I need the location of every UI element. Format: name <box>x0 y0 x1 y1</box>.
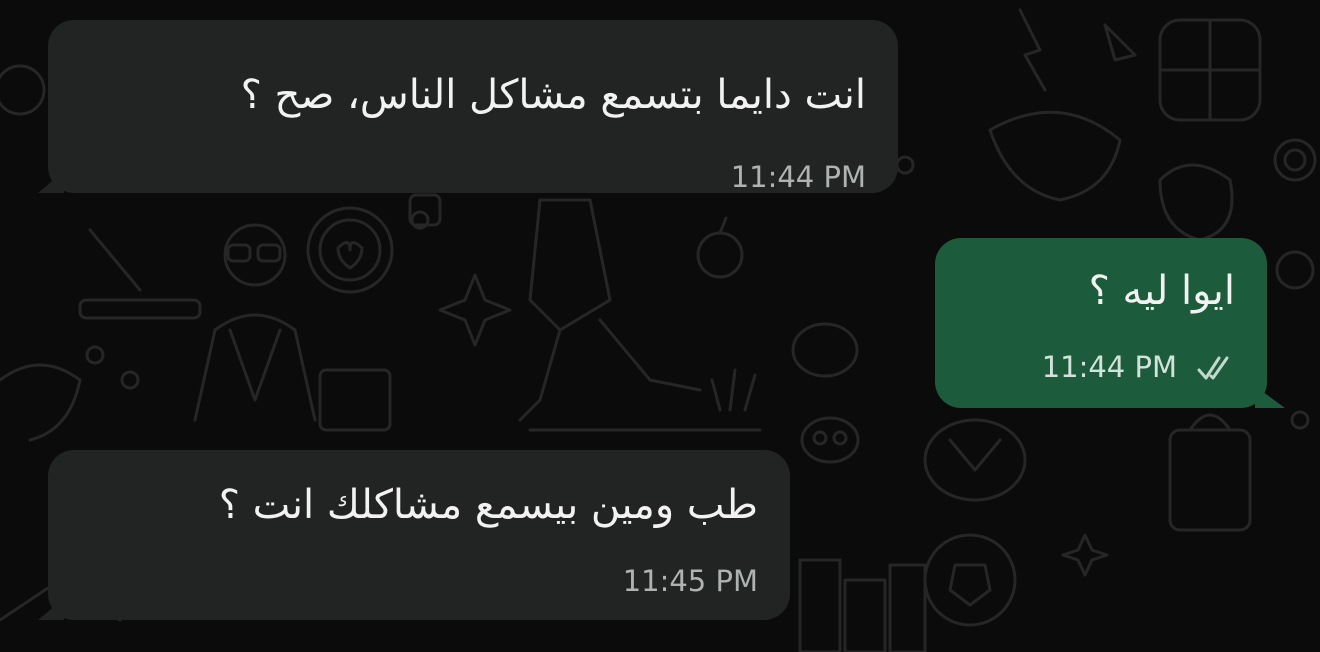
message-bubble-incoming[interactable]: انت دايما بتسمع مشاكل الناس، صح ؟ 11:44 … <box>38 20 898 194</box>
message-timestamp: 11:44 PM <box>1041 350 1177 384</box>
message-timestamp: 11:44 PM <box>730 160 866 194</box>
message-text: ايوا ليه ؟ <box>1088 268 1235 314</box>
chat-window: انت دايما بتسمع مشاكل الناس، صح ؟ 11:44 … <box>0 0 1320 652</box>
message-bubble-incoming[interactable]: طب ومين بيسمع مشاكلك انت ؟ 11:45 PM <box>38 450 790 620</box>
message-bubble-outgoing[interactable]: ايوا ليه ؟ 11:44 PM <box>935 238 1285 408</box>
double-check-icon <box>1197 356 1229 380</box>
message-text: طب ومين بيسمع مشاكلك انت ؟ <box>218 482 758 528</box>
message-text: انت دايما بتسمع مشاكل الناس، صح ؟ <box>240 72 866 118</box>
message-timestamp: 11:45 PM <box>622 564 758 598</box>
